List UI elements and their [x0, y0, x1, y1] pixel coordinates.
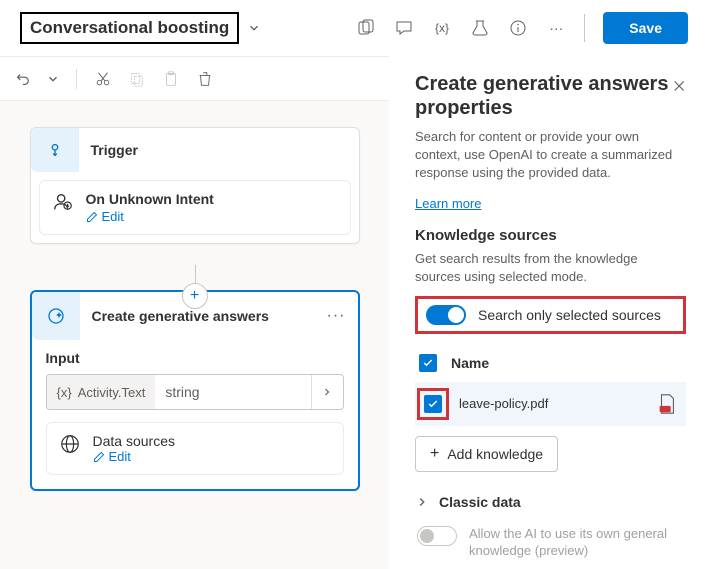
- comment-icon[interactable]: [394, 18, 414, 38]
- expand-input-icon[interactable]: [311, 375, 343, 409]
- card-title: Create generative answers: [80, 308, 269, 324]
- allow-ai-label: Allow the AI to use its own general know…: [469, 526, 686, 560]
- topic-title[interactable]: Conversational boosting: [20, 12, 239, 44]
- cut-icon[interactable]: [93, 69, 113, 89]
- copilot-icon[interactable]: [356, 18, 376, 38]
- globe-icon: [59, 433, 81, 455]
- knowledge-sources-heading: Knowledge sources: [415, 227, 686, 244]
- add-knowledge-button[interactable]: + Add knowledge: [415, 436, 558, 472]
- search-only-toggle-row: Search only selected sources: [415, 296, 686, 334]
- variable-token-icon: {x}: [57, 385, 72, 400]
- file-checkbox[interactable]: [424, 395, 442, 413]
- name-header-row: Name: [415, 344, 686, 382]
- trigger-icon: [46, 141, 64, 159]
- edit-trigger-link[interactable]: Edit: [86, 209, 338, 224]
- undo-menu-icon[interactable]: [46, 72, 60, 86]
- test-icon[interactable]: [470, 18, 490, 38]
- trigger-label: Trigger: [79, 142, 138, 158]
- classic-data-section[interactable]: Classic data: [415, 494, 686, 510]
- pdf-file-icon: [656, 393, 678, 415]
- file-name: leave-policy.pdf: [459, 396, 646, 411]
- edit-data-sources-link[interactable]: Edit: [93, 449, 175, 464]
- generative-answers-card[interactable]: Create generative answers ··· Input {x}A…: [30, 290, 360, 491]
- svg-text:{x}: {x}: [435, 21, 449, 35]
- copy-icon[interactable]: [127, 69, 147, 89]
- panel-description: Search for content or provide your own c…: [415, 128, 686, 183]
- on-unknown-intent-label: On Unknown Intent: [86, 191, 338, 207]
- sparkle-icon: [46, 306, 66, 326]
- add-node-button[interactable]: +: [182, 283, 208, 309]
- close-icon[interactable]: [672, 76, 686, 96]
- divider: [584, 14, 585, 42]
- divider: [76, 69, 77, 89]
- plus-icon: +: [430, 445, 439, 463]
- panel-title: Create generative answers properties: [415, 72, 672, 120]
- knowledge-sources-desc: Get search results from the knowledge so…: [415, 250, 686, 286]
- info-icon[interactable]: [508, 18, 528, 38]
- trigger-card[interactable]: Trigger On Unknown Intent Edit: [30, 127, 360, 244]
- card-menu-icon[interactable]: ···: [327, 307, 346, 325]
- chevron-right-icon: [415, 495, 429, 509]
- variable-icon[interactable]: {x}: [432, 18, 452, 38]
- input-field[interactable]: {x}Activity.Text string: [46, 374, 344, 410]
- knowledge-file-row[interactable]: leave-policy.pdf: [415, 382, 686, 426]
- paste-icon[interactable]: [161, 69, 181, 89]
- search-only-toggle[interactable]: [426, 305, 466, 325]
- undo-icon[interactable]: [12, 69, 32, 89]
- name-column-header: Name: [451, 355, 489, 371]
- person-icon: [52, 191, 74, 213]
- save-button[interactable]: Save: [603, 12, 688, 44]
- search-only-label: Search only selected sources: [478, 307, 661, 323]
- input-label: Input: [46, 350, 344, 366]
- chevron-down-icon[interactable]: [247, 21, 261, 35]
- select-all-checkbox[interactable]: [419, 354, 437, 372]
- type-label: string: [155, 384, 310, 400]
- allow-ai-row: Allow the AI to use its own general know…: [415, 526, 686, 560]
- data-sources-label: Data sources: [93, 433, 175, 449]
- learn-more-link[interactable]: Learn more: [415, 196, 481, 211]
- delete-icon[interactable]: [195, 69, 215, 89]
- allow-ai-toggle: [417, 526, 457, 546]
- pencil-icon: [86, 211, 98, 223]
- pencil-icon: [93, 451, 105, 463]
- more-icon[interactable]: ···: [546, 18, 566, 38]
